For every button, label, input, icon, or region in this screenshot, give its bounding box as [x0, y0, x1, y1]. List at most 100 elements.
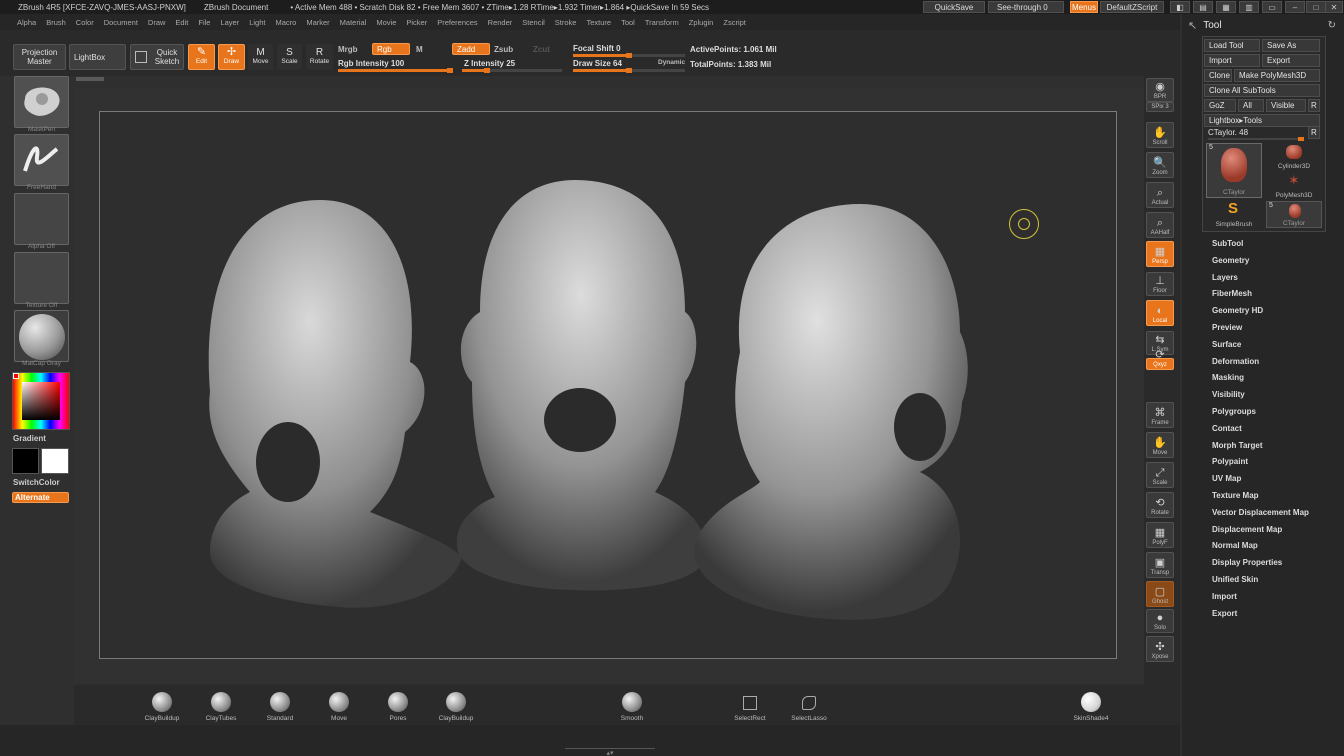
skinshade-material-button[interactable]: SkinShade4	[1069, 688, 1113, 722]
tool-thumb-polymesh[interactable]: ✶ PolyMesh3D	[1266, 172, 1322, 199]
tool-section-display-properties[interactable]: Display Properties	[1212, 558, 1282, 567]
right-tray-qxyz-button[interactable]: ⟳ Qxyz	[1146, 349, 1174, 370]
save-as-button[interactable]: Save As	[1262, 39, 1320, 52]
right-tray-frame-button[interactable]: ⌘ Frame	[1146, 402, 1174, 428]
right-tray-transp-button[interactable]: ▣ Transp	[1146, 552, 1174, 578]
texture-thumb[interactable]	[14, 252, 69, 304]
lightbox-tools-button[interactable]: Lightbox▸Tools	[1204, 114, 1320, 127]
tool-section-displacement-map[interactable]: Displacement Map	[1212, 525, 1282, 534]
color-picker-square[interactable]	[22, 382, 60, 420]
right-tray-solo-button[interactable]: ● Solo	[1146, 609, 1174, 633]
menu-material[interactable]: Material	[335, 18, 372, 27]
footer-toggle-arrow[interactable]: ▴▾	[565, 748, 655, 756]
tool-section-import[interactable]: Import	[1212, 592, 1237, 601]
layout-grid-icon[interactable]: ▦	[1216, 1, 1236, 13]
tool-section-contact[interactable]: Contact	[1212, 424, 1242, 433]
brush-claybuildup-button[interactable]: ClayBuildup	[140, 688, 184, 722]
right-tray-polyf-button[interactable]: ▦ PolyF	[1146, 522, 1174, 548]
menu-marker[interactable]: Marker	[301, 18, 334, 27]
draw-size-slider[interactable]	[573, 68, 685, 73]
right-tray-scale-button[interactable]: ⤢ Scale	[1146, 462, 1174, 488]
see-through-slider[interactable]: See-through 0	[988, 1, 1064, 13]
menu-alpha[interactable]: Alpha	[12, 18, 41, 27]
brush-move-button[interactable]: Move	[317, 688, 361, 722]
menu-stencil[interactable]: Stencil	[517, 18, 550, 27]
menu-file[interactable]: File	[193, 18, 215, 27]
menu-movie[interactable]: Movie	[371, 18, 401, 27]
menu-document[interactable]: Document	[99, 18, 143, 27]
slider-knob[interactable]	[484, 68, 490, 73]
menu-edit[interactable]: Edit	[170, 18, 193, 27]
right-tray-xpose-button[interactable]: ✣ Xpose	[1146, 636, 1174, 662]
slider-knob[interactable]	[447, 68, 453, 73]
clone-all-subtools-button[interactable]: Clone All SubTools	[1204, 84, 1320, 97]
color-picker[interactable]	[12, 372, 70, 430]
primary-color-swatch[interactable]	[12, 448, 39, 474]
edit-button[interactable]: ✎ Edit	[188, 44, 215, 70]
close-icon[interactable]: ✕	[1325, 1, 1343, 13]
tool-section-polypaint[interactable]: Polypaint	[1212, 457, 1248, 466]
right-tray-zoom-button[interactable]: 🔍 Zoom	[1146, 152, 1174, 178]
right-tray-persp-button[interactable]: ▦ Persp	[1146, 241, 1174, 267]
current-tool-slider[interactable]	[1208, 137, 1304, 141]
menu-render[interactable]: Render	[483, 18, 518, 27]
projection-master-button[interactable]: Projection Master	[13, 44, 66, 70]
right-tray-scroll-button[interactable]: ✋ Scroll	[1146, 122, 1174, 148]
focal-shift-slider[interactable]	[573, 53, 685, 58]
tool-section-morph-target[interactable]: Morph Target	[1212, 441, 1263, 450]
tool-section-unified-skin[interactable]: Unified Skin	[1212, 575, 1258, 584]
maximize-icon[interactable]: □	[1306, 1, 1326, 13]
quicksave-button[interactable]: QuickSave	[923, 1, 985, 13]
z-intensity-slider[interactable]	[462, 68, 562, 73]
alpha-thumb[interactable]	[14, 193, 69, 245]
tool-section-export[interactable]: Export	[1212, 609, 1237, 618]
secondary-color-swatch[interactable]	[41, 448, 69, 474]
tool-section-geometry-hd[interactable]: Geometry HD	[1212, 306, 1263, 315]
dynamic-toggle[interactable]: Dynamic	[658, 59, 685, 66]
alternate-button[interactable]: Alternate	[12, 492, 69, 503]
goz-visible-button[interactable]: Visible	[1266, 99, 1306, 112]
mrgb-toggle[interactable]: Mrgb	[338, 45, 358, 54]
menu-color[interactable]: Color	[71, 18, 99, 27]
layout-left-icon[interactable]: ◧	[1170, 1, 1190, 13]
menu-tool[interactable]: Tool	[616, 18, 640, 27]
tool-section-subtool[interactable]: SubTool	[1212, 239, 1243, 248]
tool-section-normal-map[interactable]: Normal Map	[1212, 541, 1258, 550]
layout-mid-icon[interactable]: ▤	[1193, 1, 1213, 13]
tool-section-geometry[interactable]: Geometry	[1212, 256, 1249, 265]
menu-macro[interactable]: Macro	[270, 18, 301, 27]
tool-palette-header[interactable]: ↖ Tool ↻	[1182, 16, 1344, 34]
menus-toggle[interactable]: Menus	[1070, 1, 1098, 13]
menu-transform[interactable]: Transform	[640, 18, 684, 27]
right-tray-local-button[interactable]: ◐ Local	[1146, 300, 1174, 326]
export-button[interactable]: Export	[1262, 54, 1320, 67]
menu-layer[interactable]: Layer	[215, 18, 244, 27]
menu-preferences[interactable]: Preferences	[432, 18, 482, 27]
menu-draw[interactable]: Draw	[143, 18, 171, 27]
refresh-icon[interactable]: ↻	[1328, 20, 1336, 31]
rgb-toggle[interactable]: Rgb	[372, 43, 410, 55]
layout-split-icon[interactable]: ▥	[1239, 1, 1259, 13]
stroke-thumb[interactable]	[14, 134, 69, 186]
gradient-label[interactable]: Gradient	[13, 434, 46, 443]
right-tray-aahalf-button[interactable]: ⌕ AAHalf	[1146, 212, 1174, 238]
scale-button[interactable]: S Scale	[277, 44, 302, 70]
rgb-intensity-slider[interactable]	[338, 68, 453, 73]
clone-button[interactable]: Clone	[1204, 69, 1232, 82]
goz-r-button[interactable]: R	[1308, 99, 1320, 112]
slider-knob[interactable]	[626, 53, 632, 58]
brush-claytubes-button[interactable]: ClayTubes	[199, 688, 243, 722]
tool-thumb-ctaylor[interactable]: 5 CTaylor	[1206, 143, 1262, 198]
tool-section-surface[interactable]: Surface	[1212, 340, 1241, 349]
load-tool-button[interactable]: Load Tool	[1204, 39, 1260, 52]
tool-section-deformation[interactable]: Deformation	[1212, 357, 1259, 366]
select-rect-button[interactable]: SelectRect	[728, 688, 772, 722]
right-tray-move-button[interactable]: ✋ Move	[1146, 432, 1174, 458]
tool-section-layers[interactable]: Layers	[1212, 273, 1238, 282]
tool-thumb-cylinder[interactable]: Cylinder3D	[1266, 143, 1322, 170]
minimize-icon[interactable]: –	[1285, 1, 1305, 13]
right-tray-floor-button[interactable]: ⊥ Floor	[1146, 272, 1174, 296]
document-canvas[interactable]	[99, 111, 1117, 659]
right-tray-spix-3-button[interactable]: SPix 3	[1146, 102, 1174, 112]
menu-picker[interactable]: Picker	[401, 18, 432, 27]
